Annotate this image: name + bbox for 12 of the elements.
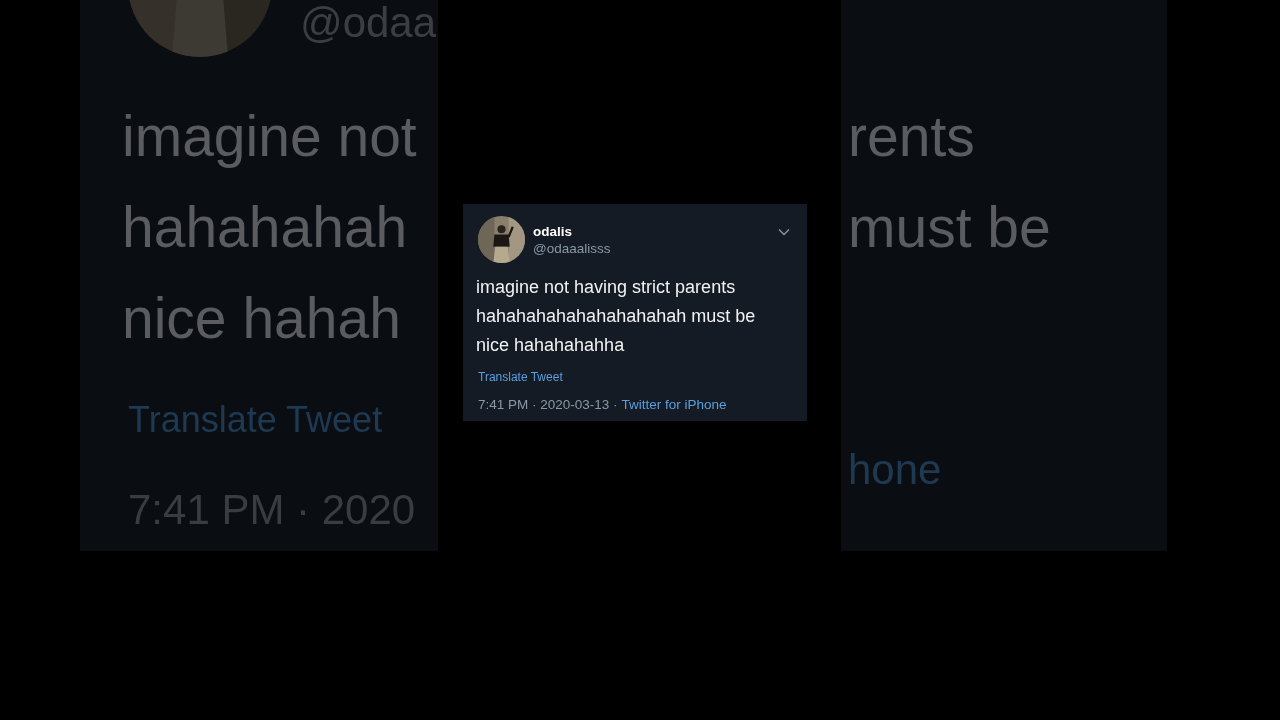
tweet-text-line: must be	[848, 194, 1051, 261]
chevron-down-icon[interactable]	[778, 228, 790, 236]
display-name: odalis	[533, 224, 573, 240]
translate-link[interactable]: Translate Tweet	[478, 370, 563, 385]
handle-text: @odaaalisss	[533, 240, 612, 257]
source-link[interactable]: Twitter for iPhone	[621, 397, 727, 412]
tweet-text-line: rents	[848, 103, 975, 170]
tweet-text: imagine not having strict parents hahahahahahahahahahah must be nice hahahahahha	[476, 276, 757, 357]
tweet-text-line: imagine not	[122, 103, 417, 170]
tweet-text-line: nice hahah	[122, 285, 401, 352]
tweet-text-line: hahahahah	[122, 194, 408, 261]
timestamp-text: 7:41 PM · 2020-03-13 ·	[478, 397, 618, 412]
